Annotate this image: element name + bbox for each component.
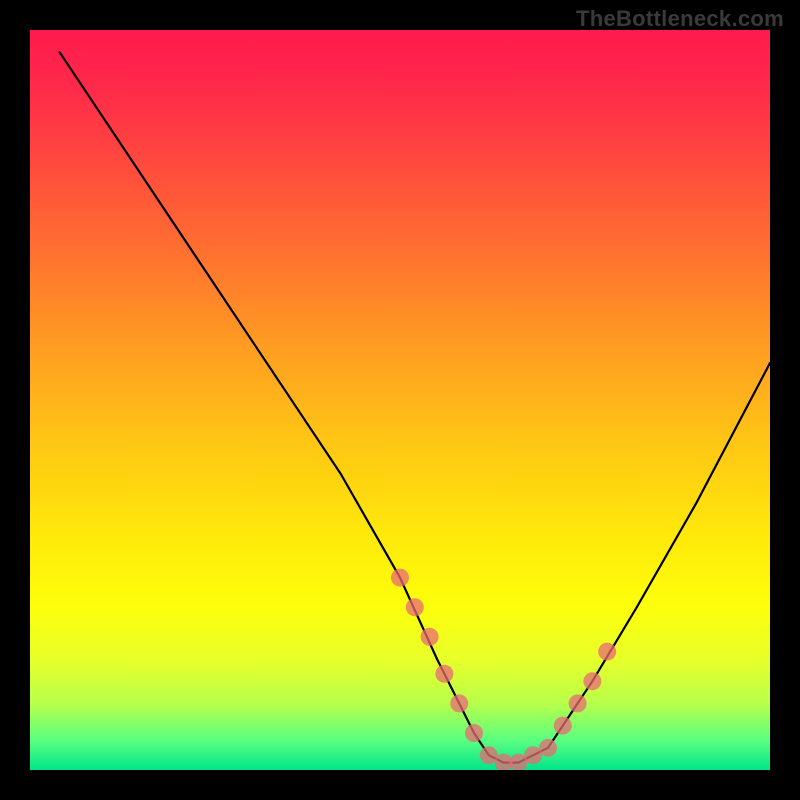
plot-area	[30, 30, 770, 770]
chart-container: TheBottleneck.com	[0, 0, 800, 800]
curve-line	[60, 52, 770, 762]
curve-markers	[391, 569, 616, 770]
watermark-text: TheBottleneck.com	[576, 6, 784, 32]
chart-svg	[30, 30, 770, 770]
